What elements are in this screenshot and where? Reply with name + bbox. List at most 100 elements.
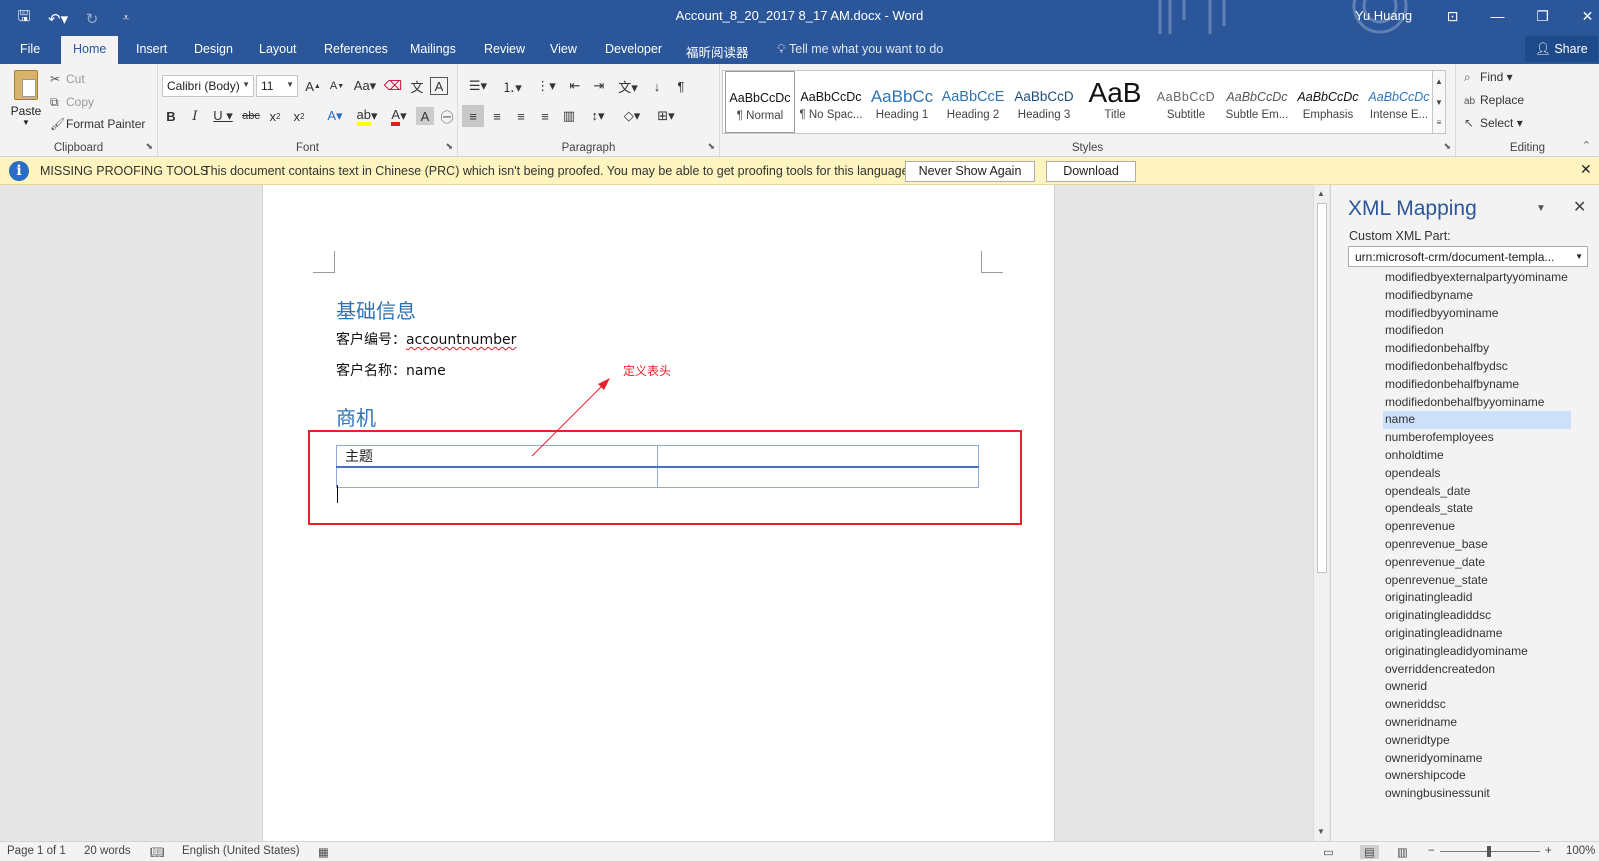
heading-basic-info[interactable]: 基础信息 [336,295,416,324]
tell-me-search[interactable]: 💡︎ Tell me what you want to do [777,42,943,57]
format-painter-button[interactable]: 🖌︎Format Painter [50,117,145,131]
align-right-icon[interactable]: ≡ [510,105,532,127]
decrease-indent-icon[interactable]: ⇤ [564,75,586,97]
tab-view[interactable]: View [550,42,577,56]
language-indicator[interactable]: English (United States) [182,845,300,857]
justify-icon[interactable]: ≡ [534,105,556,127]
align-center-icon[interactable]: ≡ [486,105,508,127]
style-intense-emphasis[interactable]: AaBbCcDc Intense E... [1364,71,1434,133]
bullets-icon[interactable]: ☰▾ [462,75,494,97]
xml-node-item[interactable]: originatingleadidyominame [1383,643,1571,661]
close-icon[interactable]: ✕ [1565,4,1599,28]
ribbon-display-options-icon[interactable]: ⊡ [1430,4,1475,28]
dialog-launcher-icon[interactable]: ⬊ [445,141,453,152]
download-button[interactable]: Download [1046,161,1136,182]
scroll-up-icon[interactable]: ▲ [1317,189,1325,198]
close-icon[interactable]: ✕ [1580,161,1592,178]
pilcrow-icon[interactable]: ¶ [670,75,692,97]
align-left-icon[interactable]: ≡ [462,105,484,127]
xml-node-item[interactable]: opendeals_date [1383,483,1571,501]
shading-icon[interactable]: ◇▾ [616,105,648,127]
style-heading-2[interactable]: AaBbCcE Heading 2 [938,71,1008,133]
xml-node-item[interactable]: name [1383,411,1571,430]
xml-node-item[interactable]: openrevenue_date [1383,554,1571,572]
xml-node-item[interactable]: numberofemployees [1383,429,1571,447]
line-spacing-icon[interactable]: ↕▾ [582,105,614,127]
page-count[interactable]: Page 1 of 1 [7,845,66,857]
styles-gallery-scroll[interactable]: ▲ ▼ ≡ [1432,70,1446,134]
cut-button[interactable]: ✂ Cut [50,72,85,86]
paste-button[interactable]: Paste ▼ [8,70,44,127]
xml-node-item[interactable]: modifiedonbehalfbyname [1383,376,1571,394]
tab-design[interactable]: Design [194,42,233,56]
font-color-icon[interactable]: A ▾ [384,105,414,127]
underline-icon[interactable]: U ▾ [208,105,238,127]
account-number-line[interactable]: 客户编号：accountnumber [336,329,516,349]
chinese-layout-icon[interactable]: 文▾ [612,75,644,97]
borders-icon[interactable]: ⊞▾ [650,105,682,127]
never-show-again-button[interactable]: Never Show Again [905,161,1035,182]
xml-node-item[interactable]: owneridyominame [1383,750,1571,768]
more-styles-icon[interactable]: ≡ [1433,113,1445,133]
shrink-font-icon[interactable]: A ▼ [326,75,348,97]
italic-icon[interactable]: I [184,105,206,127]
tab-developer[interactable]: Developer [605,42,662,56]
xml-node-item[interactable]: onholdtime [1383,447,1571,465]
print-layout-icon[interactable]: ▤ [1360,845,1379,859]
highlight-color-icon[interactable]: ab ▾ [352,105,382,127]
xml-node-item[interactable]: modifiedonbehalfby [1383,340,1571,358]
account-number-field[interactable]: accountnumber [406,332,516,348]
xml-node-item[interactable]: modifiedon [1383,322,1571,340]
account-name-field[interactable]: name [406,363,446,379]
find-button[interactable]: ⌕ Find ▾ [1464,70,1513,85]
style-heading-1[interactable]: AaBbCc Heading 1 [867,71,937,133]
document-scrollbar[interactable]: ▲ ▼ [1313,185,1329,841]
replace-button[interactable]: ab Replace [1464,93,1524,107]
word-count[interactable]: 20 words [84,845,131,857]
chevron-up-icon[interactable]: ▲ [1433,71,1445,92]
xml-node-item[interactable]: modifiedbyyominame [1383,305,1571,323]
font-size-combo[interactable]: 11 ▼ [256,75,298,97]
xml-node-item[interactable]: modifiedbyexternalpartyyominame [1383,269,1571,287]
enclose-characters-icon[interactable]: ㊀ [436,105,458,127]
style-emphasis[interactable]: AaBbCcDc Emphasis [1293,71,1363,133]
dialog-launcher-icon[interactable]: ⬊ [1443,141,1451,152]
xml-node-item[interactable]: opendeals [1383,465,1571,483]
dialog-launcher-icon[interactable]: ⬊ [145,141,153,152]
restore-icon[interactable]: ❐ [1520,4,1565,28]
zoom-out-icon[interactable]: − [1428,845,1435,857]
tab-insert[interactable]: Insert [136,42,167,56]
tab-foxit-reader[interactable]: 福昕阅读器 [686,42,749,61]
style-subtle-emphasis[interactable]: AaBbCcDc Subtle Em... [1222,71,1292,133]
share-button[interactable]: 👤︎ Share [1525,36,1598,62]
font-name-combo[interactable]: Calibri (Body) ▼ [162,75,254,97]
read-mode-icon[interactable]: ▭ [1323,845,1334,859]
macro-recording-icon[interactable]: ▦ [318,845,329,859]
xml-node-item[interactable]: ownershipcode [1383,767,1571,785]
change-case-icon[interactable]: Aa▾ [350,75,380,97]
text-effects-icon[interactable]: A▾ [320,105,350,127]
character-shading-icon[interactable]: A [416,107,434,125]
subscript-icon[interactable]: x2 [264,105,286,127]
style-title[interactable]: AaB Title [1080,71,1150,133]
tab-layout[interactable]: Layout [259,42,297,56]
heading-opportunity[interactable]: 商机 [336,402,376,431]
tab-references[interactable]: References [324,42,388,56]
tab-home[interactable]: Home [61,36,119,64]
minimize-icon[interactable]: — [1475,4,1520,28]
superscript-icon[interactable]: x2 [288,105,310,127]
web-layout-icon[interactable]: ▥ [1397,845,1408,859]
distributed-icon[interactable]: ▥ [558,105,580,127]
xml-node-item[interactable]: originatingleadiddsc [1383,607,1571,625]
custom-xml-part-select[interactable]: urn:microsoft-crm/document-templa... ▼ [1348,246,1588,267]
xml-node-item[interactable]: openrevenue [1383,518,1571,536]
zoom-level[interactable]: 100% [1566,845,1595,857]
strikethrough-icon[interactable]: abc [240,105,262,127]
xml-node-item[interactable]: opendeals_state [1383,500,1571,518]
xml-node-item[interactable]: originatingleadid [1383,589,1571,607]
increase-indent-icon[interactable]: ⇥ [588,75,610,97]
xml-node-item[interactable]: openrevenue_state [1383,572,1571,590]
xml-node-item[interactable]: modifiedonbehalfbyyominame [1383,394,1571,412]
style-normal[interactable]: AaBbCcDc ¶ Normal [725,71,795,133]
style-subtitle[interactable]: AaBbCcD Subtitle [1151,71,1221,133]
